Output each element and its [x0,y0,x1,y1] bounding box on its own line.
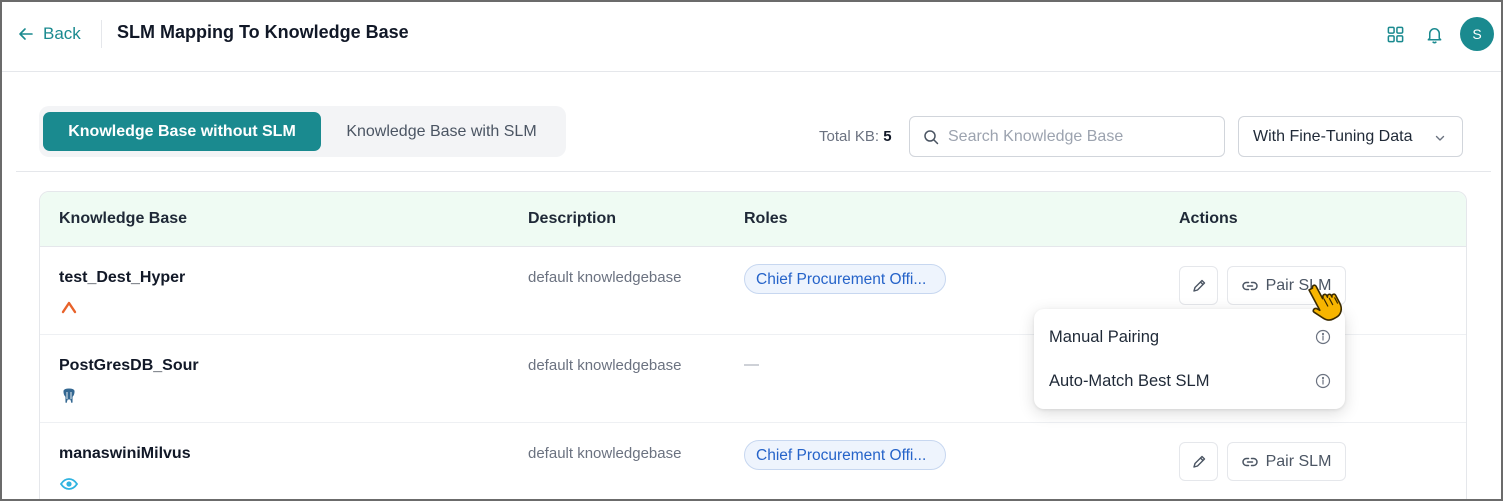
hyper-icon [61,301,77,314]
info-icon[interactable] [1315,329,1331,345]
top-header: Back SLM Mapping To Knowledge Base S [2,2,1501,72]
total-kb-count: Total KB: 5 [819,128,892,145]
kb-description: default knowledgebase [528,445,682,462]
kb-tabs: Knowledge Base without SLM Knowledge Bas… [39,106,566,157]
page-title: SLM Mapping To Knowledge Base [117,22,409,42]
role-badge: Chief Procurement Offi... [744,264,946,294]
app-window: Back SLM Mapping To Knowledge Base S Kno… [0,0,1503,501]
column-header-description: Description [528,210,617,227]
fine-tuning-filter-select[interactable]: With Fine-Tuning Data [1238,116,1463,157]
kb-description: default knowledgebase [528,357,682,374]
column-header-actions: Actions [1179,210,1238,227]
pair-slm-label: Pair SLM [1265,276,1332,294]
menu-item-label: Auto-Match Best SLM [1049,371,1210,390]
total-kb-value: 5 [883,128,892,145]
column-header-roles: Roles [744,210,788,227]
table-header: Knowledge Base Description Roles Actions [40,192,1466,247]
link-icon [1241,457,1258,466]
arrow-left-icon [19,28,33,40]
search-input[interactable] [948,127,1208,146]
role-badge: Chief Procurement Offi... [744,440,946,470]
kb-name: PostGresDB_Sour [59,357,199,374]
chevron-down-icon [1435,135,1445,141]
search-icon [924,129,939,144]
column-header-knowledge-base: Knowledge Base [59,210,188,227]
pencil-icon [1192,455,1205,468]
menu-item-label: Manual Pairing [1049,327,1160,346]
filter-selected-value: With Fine-Tuning Data [1253,127,1413,145]
postgres-elephant-icon [62,387,76,404]
edit-button[interactable] [1179,442,1218,481]
pencil-icon [1192,279,1205,292]
pair-slm-button[interactable]: Pair SLM [1227,442,1346,481]
pair-slm-menu: Manual Pairing Auto-Match Best SLM [1034,309,1345,409]
link-icon [1241,281,1258,290]
apps-grid-button[interactable] [1384,23,1406,45]
tab-kb-with-slm[interactable]: Knowledge Base with SLM [329,112,554,151]
bell-icon [1427,27,1441,43]
kb-description: default knowledgebase [528,269,682,286]
back-label: Back [43,24,81,43]
kb-name: manaswiniMilvus [59,445,191,462]
back-button[interactable]: Back [18,22,81,46]
pair-slm-label: Pair SLM [1265,452,1332,470]
section-divider [16,171,1491,172]
menu-item-manual-pairing[interactable]: Manual Pairing [1034,315,1345,359]
tab-kb-without-slm[interactable]: Knowledge Base without SLM [43,112,321,151]
header-divider [101,20,102,48]
notifications-button[interactable] [1423,23,1445,45]
apps-grid-icon [1387,26,1403,42]
info-icon[interactable] [1315,373,1331,389]
menu-item-auto-match[interactable]: Auto-Match Best SLM [1034,359,1345,403]
search-box[interactable] [909,116,1225,157]
role-empty: — [744,356,759,373]
kb-name: test_Dest_Hyper [59,269,186,286]
total-kb-label: Total KB: [819,128,880,145]
pair-slm-button[interactable]: Pair SLM [1227,266,1346,305]
user-avatar[interactable]: S [1460,17,1494,51]
milvus-eye-icon [59,478,79,490]
table-row: manaswiniMilvus default knowledgebase Ch… [40,423,1466,499]
edit-button[interactable] [1179,266,1218,305]
